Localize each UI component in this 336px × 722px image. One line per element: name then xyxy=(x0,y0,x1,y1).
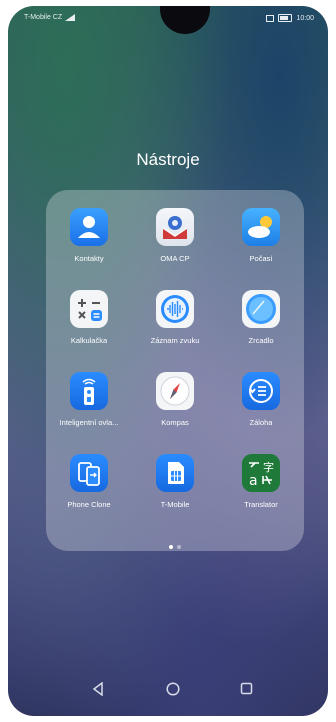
app-weather[interactable]: Počasí xyxy=(218,208,304,290)
app-calculator[interactable]: Kalkulačka xyxy=(46,290,132,372)
app-compass[interactable]: Kompas xyxy=(132,372,218,454)
status-bar: T-Mobile CZ 10:00 xyxy=(8,12,328,26)
app-folder: Kontakty OMA CP Počasí Kalkulačka Záznam… xyxy=(46,190,304,551)
app-label: Kalkulačka xyxy=(70,336,108,345)
mirror-icon xyxy=(242,290,280,328)
oma-cp-icon xyxy=(156,208,194,246)
app-label: Kompas xyxy=(161,418,189,427)
app-label: OMA CP xyxy=(160,254,190,263)
app-label: Translator xyxy=(244,500,278,509)
page-dot-active xyxy=(169,545,173,549)
battery-icon xyxy=(278,14,293,22)
app-oma-cp[interactable]: OMA CP xyxy=(132,208,218,290)
signal-icon xyxy=(65,14,76,21)
weather-icon xyxy=(242,208,280,246)
page-indicator xyxy=(46,536,304,554)
contacts-icon xyxy=(70,208,108,246)
sim-card-icon xyxy=(156,454,194,492)
compass-icon xyxy=(156,372,194,410)
svg-text:a: a xyxy=(249,473,258,489)
sim-status-icon xyxy=(266,14,275,22)
home-button[interactable] xyxy=(166,682,180,700)
translator-icon: 字a xyxy=(242,454,280,492)
app-mirror[interactable]: Zrcadlo xyxy=(218,290,304,372)
app-t-mobile[interactable]: T-Mobile xyxy=(132,454,218,536)
back-button[interactable] xyxy=(92,681,104,700)
app-translator[interactable]: 字a Translator xyxy=(218,454,304,536)
app-grid: Kontakty OMA CP Počasí Kalkulačka Záznam… xyxy=(46,208,304,536)
phone-clone-icon xyxy=(70,454,108,492)
navigation-bar xyxy=(8,668,328,716)
calculator-icon xyxy=(70,290,108,328)
app-backup[interactable]: Záloha xyxy=(218,372,304,454)
svg-text:字: 字 xyxy=(263,460,274,474)
page-dot xyxy=(177,545,181,549)
app-label: Záloha xyxy=(249,418,273,427)
app-label: Phone Clone xyxy=(67,500,111,509)
smart-remote-icon xyxy=(70,372,108,410)
home-circle-icon xyxy=(166,682,180,696)
app-label: Počasí xyxy=(249,254,273,263)
app-label: Zrcadlo xyxy=(248,336,274,345)
recents-button[interactable] xyxy=(240,682,253,699)
app-label: Záznam zvuku xyxy=(150,336,200,345)
recents-square-icon xyxy=(240,682,253,695)
folder-title[interactable]: Nástroje xyxy=(8,150,328,170)
sound-recorder-icon xyxy=(156,290,194,328)
app-smart-remote[interactable]: Inteligentní ovla... xyxy=(46,372,132,454)
app-label: Inteligentní ovla... xyxy=(59,418,119,427)
app-label: T-Mobile xyxy=(160,500,190,509)
back-triangle-icon xyxy=(92,681,103,697)
clock: 10:00 xyxy=(296,14,314,22)
app-label: Kontakty xyxy=(74,254,104,263)
backup-icon xyxy=(242,372,280,410)
app-contacts[interactable]: Kontakty xyxy=(46,208,132,290)
phone-screen: T-Mobile CZ 10:00 Nástroje Kontakty OMA … xyxy=(8,6,328,716)
app-phone-clone[interactable]: Phone Clone xyxy=(46,454,132,536)
carrier-label: T-Mobile CZ xyxy=(24,14,63,21)
app-sound-recorder[interactable]: Záznam zvuku xyxy=(132,290,218,372)
